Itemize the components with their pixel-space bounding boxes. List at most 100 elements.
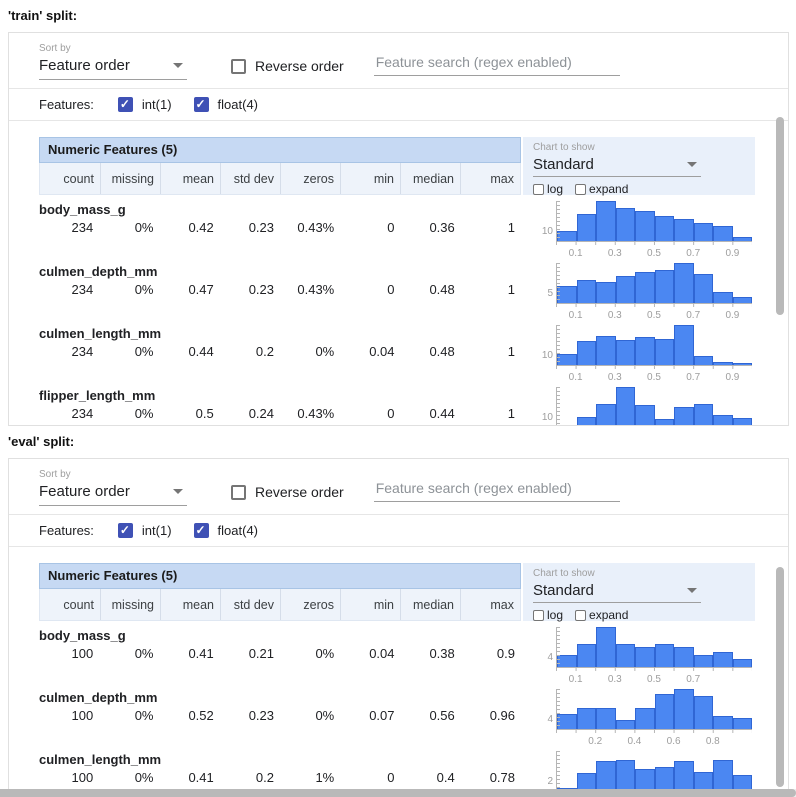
feature-type-label: float(4) bbox=[218, 97, 258, 112]
train-split-label: 'train' split: bbox=[8, 8, 796, 23]
feature-type-checkbox-float[interactable]: float(4) bbox=[194, 523, 258, 538]
stat-value: 0.44 bbox=[401, 406, 461, 421]
y-axis-label: 5 bbox=[527, 288, 553, 299]
vertical-scrollbar[interactable] bbox=[776, 567, 784, 787]
vertical-scrollbar[interactable] bbox=[776, 117, 784, 315]
log-label: log bbox=[547, 182, 563, 196]
x-tick-label: 0.1 bbox=[569, 674, 583, 685]
feature-type-filter-row: Features: int(1) float(4) bbox=[9, 515, 788, 546]
stat-value: 0.21 bbox=[220, 646, 280, 661]
stat-value: 0% bbox=[280, 344, 340, 359]
histogram-bar bbox=[635, 211, 655, 241]
checkbox-icon[interactable] bbox=[231, 485, 246, 500]
reverse-order-checkbox[interactable]: Reverse order bbox=[231, 484, 344, 500]
checkbox-icon[interactable] bbox=[533, 610, 544, 621]
reverse-order-checkbox[interactable]: Reverse order bbox=[231, 58, 344, 74]
feature-type-checkbox-int[interactable]: int(1) bbox=[118, 97, 172, 112]
histogram-bar bbox=[616, 387, 636, 426]
feature-search-input[interactable] bbox=[374, 52, 620, 76]
histogram-bar bbox=[596, 761, 616, 791]
feature-rows: body_mass_g2340%0.420.230.43%00.361100.1… bbox=[39, 199, 788, 426]
histogram-bars bbox=[556, 325, 752, 365]
sort-by-dropdown[interactable]: Sort by Feature order bbox=[39, 43, 187, 80]
log-checkbox[interactable]: log bbox=[533, 608, 563, 622]
feature-stats-row: 1000%0.520.230%0.070.560.96 bbox=[39, 708, 521, 723]
column-header: max bbox=[460, 163, 520, 194]
histogram-bar bbox=[635, 405, 655, 426]
stat-value: 234 bbox=[39, 406, 99, 421]
expand-checkbox[interactable]: expand bbox=[575, 608, 628, 622]
stat-value: 0% bbox=[99, 708, 159, 723]
x-tick-label: 0.5 bbox=[647, 310, 661, 321]
feature-stats-row: 1000%0.410.210%0.040.380.9 bbox=[39, 646, 521, 661]
histogram-bar bbox=[557, 425, 577, 426]
histogram-bar bbox=[557, 286, 577, 303]
eval-split-panel: Sort by Feature order Reverse order Feat… bbox=[8, 458, 789, 797]
histogram-bar bbox=[596, 627, 616, 667]
feature-stats-row: 2340%0.440.20%0.040.481 bbox=[39, 344, 521, 359]
stat-value: 100 bbox=[39, 646, 99, 661]
chevron-down-icon bbox=[687, 588, 697, 593]
stat-value: 0.43% bbox=[280, 406, 340, 421]
stat-value: 0 bbox=[340, 282, 400, 297]
x-tick-label: 0.1 bbox=[569, 310, 583, 321]
histogram-bar bbox=[674, 263, 694, 303]
checkbox-checked-icon[interactable] bbox=[118, 523, 133, 538]
histogram-bar bbox=[655, 270, 675, 303]
x-tick-label: 0.5 bbox=[647, 674, 661, 685]
stat-value: 100 bbox=[39, 770, 99, 785]
column-header: zeros bbox=[280, 589, 340, 620]
expand-label: expand bbox=[589, 182, 628, 196]
log-checkbox[interactable]: log bbox=[533, 182, 563, 196]
x-tick-label: 0.1 bbox=[569, 248, 583, 259]
controls-row: Sort by Feature order Reverse order bbox=[9, 33, 788, 88]
x-axis bbox=[556, 729, 752, 733]
x-tick-label: 0.3 bbox=[608, 372, 622, 383]
stat-value: 0.47 bbox=[160, 282, 220, 297]
histogram-bars bbox=[556, 689, 752, 729]
stat-value: 0.4 bbox=[401, 770, 461, 785]
feature-type-checkbox-int[interactable]: int(1) bbox=[118, 523, 172, 538]
x-tick-label: 0.9 bbox=[725, 310, 739, 321]
chart-to-show-dropdown[interactable]: Standard bbox=[533, 156, 701, 177]
histogram-bar bbox=[694, 223, 714, 241]
histogram-bar bbox=[577, 644, 597, 667]
histogram-bar bbox=[635, 337, 655, 365]
stat-value: 0.23 bbox=[220, 282, 280, 297]
y-axis-label: 4 bbox=[527, 714, 553, 725]
feature-type-filter-row: Features: int(1) float(4) bbox=[9, 89, 788, 120]
sort-by-label: Sort by bbox=[39, 469, 187, 480]
stat-value: 0.36 bbox=[401, 220, 461, 235]
expand-checkbox[interactable]: expand bbox=[575, 182, 628, 196]
checkbox-icon[interactable] bbox=[533, 184, 544, 195]
stat-value: 0% bbox=[280, 708, 340, 723]
chart-to-show-dropdown[interactable]: Standard bbox=[533, 582, 701, 603]
checkbox-icon[interactable] bbox=[575, 184, 586, 195]
stat-value: 0.24 bbox=[220, 406, 280, 421]
x-tick-label: 0.3 bbox=[608, 248, 622, 259]
stat-value: 0% bbox=[99, 406, 159, 421]
checkbox-icon[interactable] bbox=[231, 59, 246, 74]
x-axis bbox=[556, 241, 752, 245]
checkbox-icon[interactable] bbox=[575, 610, 586, 621]
histogram-bar bbox=[557, 714, 577, 729]
feature-type-checkbox-float[interactable]: float(4) bbox=[194, 97, 258, 112]
checkbox-checked-icon[interactable] bbox=[118, 97, 133, 112]
stat-value: 0.44 bbox=[160, 344, 220, 359]
x-tick-labels: 0.10.30.50.70.9 bbox=[556, 372, 752, 385]
sort-by-dropdown[interactable]: Sort by Feature order bbox=[39, 469, 187, 506]
histogram-bar bbox=[713, 362, 733, 365]
histogram: 40.20.40.60.8 bbox=[527, 689, 752, 749]
histogram: 100.10.30.50.70.9 bbox=[527, 387, 752, 426]
feature-search-input[interactable] bbox=[374, 478, 620, 502]
x-tick-label: 0.6 bbox=[667, 736, 681, 747]
x-tick-label: 0.7 bbox=[686, 674, 700, 685]
histogram-bar bbox=[713, 415, 733, 426]
histogram-bar bbox=[655, 767, 675, 791]
histogram-bars bbox=[556, 751, 752, 791]
horizontal-scrollbar[interactable] bbox=[0, 789, 796, 797]
checkbox-checked-icon[interactable] bbox=[194, 97, 209, 112]
histogram-bar bbox=[694, 655, 714, 667]
column-header: missing bbox=[100, 163, 160, 194]
checkbox-checked-icon[interactable] bbox=[194, 523, 209, 538]
